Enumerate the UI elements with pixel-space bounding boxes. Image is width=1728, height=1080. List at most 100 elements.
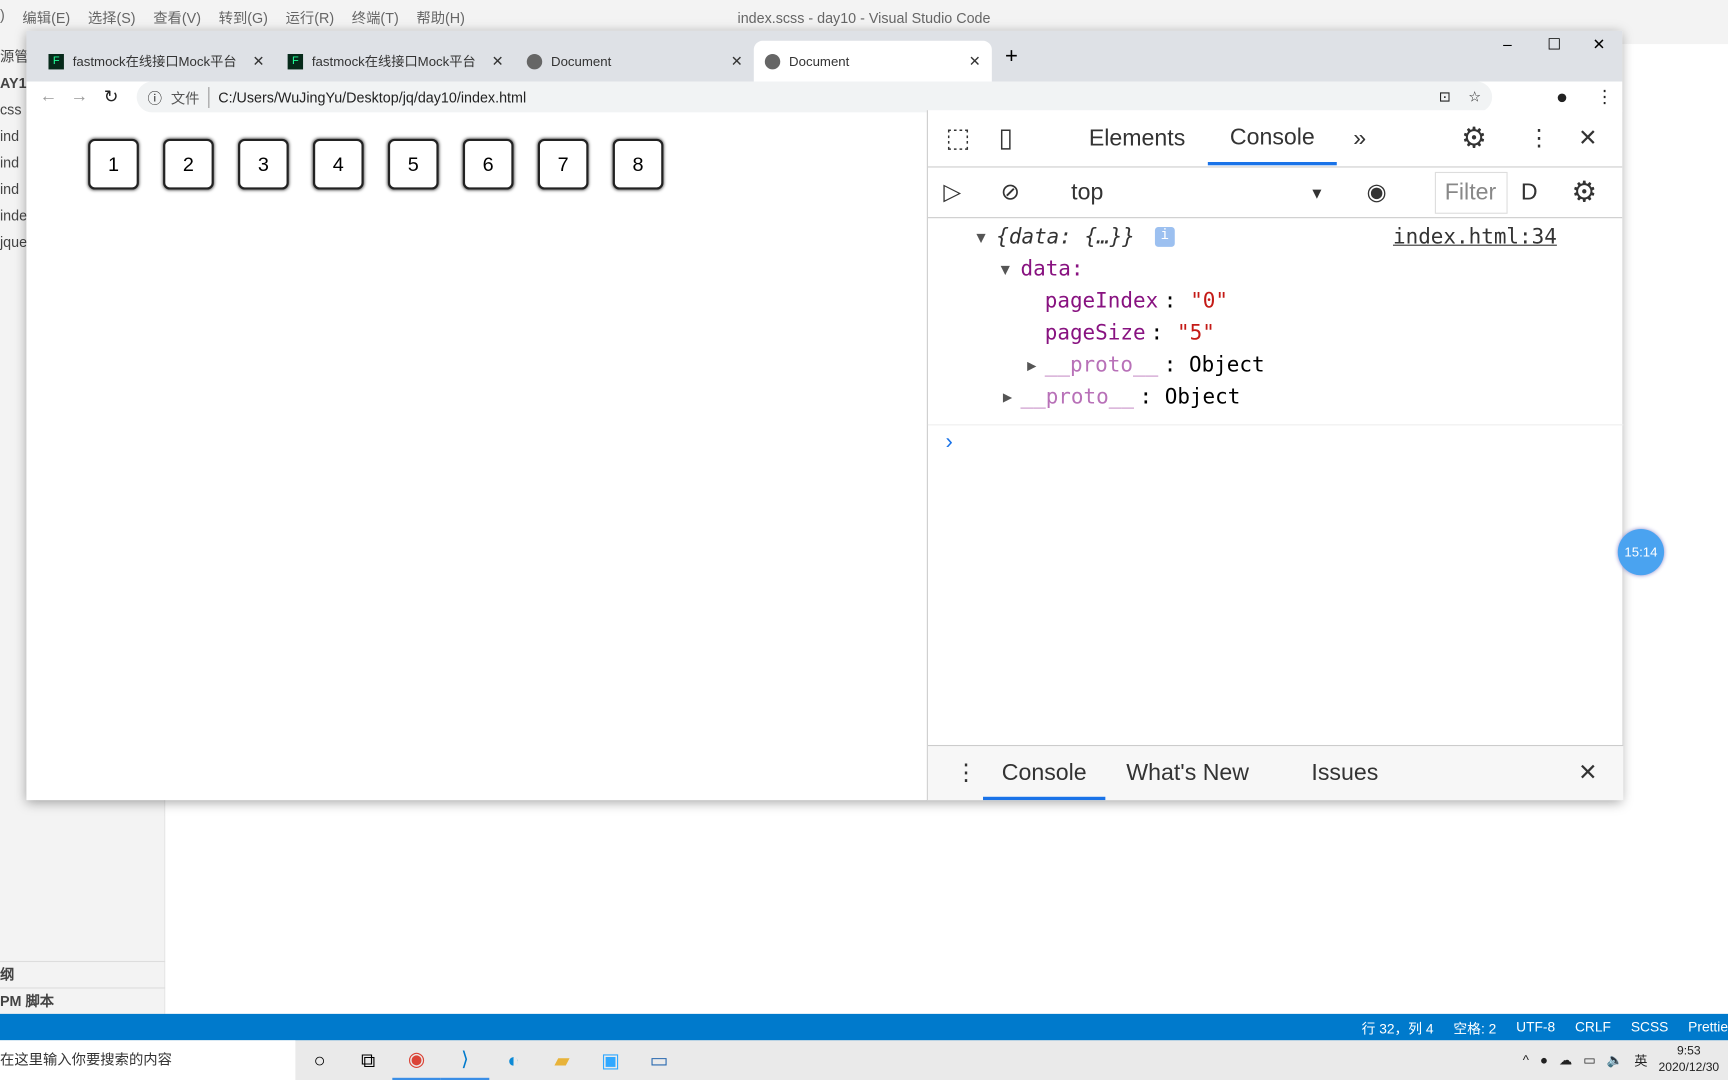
devtools-panel: ⬚ ▯ Elements Console » ⚙ ⋮ ✕ ▷ ⊘ top ▼ ◉… [926,110,1624,801]
close-icon[interactable]: ✕ [492,52,504,70]
language-mode[interactable]: SCSS [1631,1019,1669,1034]
page-button[interactable]: 3 [238,138,289,190]
drawer-menu-icon[interactable]: ⋮ [954,759,977,787]
line-ending[interactable]: CRLF [1575,1019,1611,1034]
close-icon[interactable]: ✕ [1578,125,1597,153]
expand-triangle-icon[interactable]: ▶ [1027,357,1036,375]
reload-icon[interactable]: ↻ [104,86,119,108]
browser-tab[interactable]: Ffastmock在线接口Mock平台 ✕ [277,41,515,82]
sidebar-toggle-icon[interactable]: ▷ [943,179,961,207]
prop-proto[interactable]: __proto__ [1045,353,1158,377]
prop-proto[interactable]: __proto__ [1020,385,1133,409]
page-button[interactable]: 8 [612,138,664,190]
close-window-button[interactable]: ✕ [1592,35,1605,54]
page-button[interactable]: 7 [537,138,589,190]
task-view-icon[interactable]: ⧉ [344,1040,392,1080]
device-toolbar-icon[interactable]: ▯ [998,122,1013,154]
page-button[interactable]: 2 [163,138,214,190]
close-icon[interactable]: ✕ [731,52,743,70]
browser-tab-active[interactable]: Document ✕ [753,40,992,82]
menu-item[interactable]: ) [0,7,5,28]
taskbar-search[interactable]: 在这里输入你要搜索的内容 [0,1040,296,1080]
browser-tab[interactable]: Document ✕ [516,41,754,82]
translate-icon[interactable]: ⊡ [1439,88,1451,106]
encoding[interactable]: UTF-8 [1516,1019,1555,1034]
npm-scripts-section[interactable]: PM 脚本 [0,987,166,1013]
monitor-icon[interactable]: ▭ [635,1040,683,1080]
tab-strip: Ffastmock在线接口Mock平台 ✕ Ffastmock在线接口Mock平台… [26,30,1623,82]
close-icon[interactable]: ✕ [969,52,981,70]
prettier[interactable]: Prettie [1688,1019,1728,1034]
maximize-button[interactable]: ☐ [1547,35,1561,54]
browser-tab[interactable]: Ffastmock在线接口Mock平台 ✕ [37,41,275,82]
cloud-icon[interactable]: ☁ [1559,1052,1572,1067]
forward-icon[interactable]: → [71,87,89,107]
cursor-position[interactable]: 行 32，列 4 [1362,1017,1434,1038]
photoshop-icon[interactable]: ▣ [586,1040,634,1080]
edge-icon[interactable]: ◐ [489,1040,537,1080]
prop-pageIndex-value: "0" [1190,288,1229,313]
filter-input[interactable]: Filter [1434,171,1508,214]
volume-icon[interactable]: 🔈 [1607,1052,1623,1067]
back-icon[interactable]: ← [40,87,58,107]
info-badge-icon[interactable]: i [1154,227,1175,247]
more-tabs-icon[interactable]: » [1353,125,1366,151]
console-prompt[interactable]: › [946,430,953,455]
drawer-tab-console[interactable]: Console [983,746,1106,801]
menu-kebab-icon[interactable]: ⋮ [1596,86,1614,108]
expand-triangle-icon[interactable]: ▼ [976,229,985,247]
info-icon[interactable]: ⓘ [148,87,162,108]
gear-icon[interactable]: ⚙ [1461,121,1487,155]
outline-section[interactable]: 纲 [0,960,166,987]
page-button[interactable]: 4 [312,138,364,190]
chrome-icon[interactable]: ◉ [392,1040,441,1080]
tab-console[interactable]: Console [1207,110,1337,166]
eye-icon[interactable]: ◉ [1367,179,1387,207]
prop-pageSize-key: pageSize [1044,320,1146,345]
page-button[interactable]: 1 [88,138,139,190]
drawer-tab-issues[interactable]: Issues [1311,760,1378,786]
close-icon[interactable]: ✕ [252,52,264,70]
tab-elements[interactable]: Elements [1089,125,1185,151]
drawer-tab-whats-new[interactable]: What's New [1126,760,1249,786]
menu-item[interactable]: 选择(S) [88,7,136,28]
menu-item[interactable]: 运行(R) [286,7,335,28]
menu-item[interactable]: 终端(T) [352,7,399,28]
menu-item[interactable]: 查看(V) [153,7,201,28]
clock[interactable]: 9:53 2020/12/30 [1659,1044,1720,1077]
console-settings-icon[interactable]: ⚙ [1572,175,1598,209]
vscode-icon[interactable]: ⟩ [440,1040,490,1080]
new-tab-button[interactable]: + [1005,44,1018,69]
minimize-button[interactable]: – [1503,35,1512,53]
microphone-icon[interactable]: ● [1540,1052,1548,1067]
star-icon[interactable]: ☆ [1468,88,1481,106]
inspect-element-icon[interactable]: ⬚ [946,122,971,154]
levels-dropdown[interactable]: D [1521,179,1538,205]
omnibox[interactable]: ⓘ 文件 C:/Users/WuJingYu/Desktop/jq/day10/… [136,81,1493,113]
expand-triangle-icon[interactable]: ▼ [1001,261,1010,279]
expand-triangle-icon[interactable]: ▶ [1003,389,1012,407]
chevron-up-icon[interactable]: ^ [1523,1052,1529,1067]
battery-icon[interactable]: ▭ [1583,1052,1596,1067]
timer-badge[interactable]: 15:14 [1617,528,1665,576]
clear-console-icon[interactable]: ⊘ [1001,179,1020,207]
url-text[interactable]: C:/Users/WuJingYu/Desktop/jq/day10/index… [218,89,526,106]
context-select[interactable]: top [1071,179,1103,205]
tab-title: fastmock在线接口Mock平台 [311,53,476,70]
ime-indicator[interactable]: 英 [1634,1051,1647,1070]
chevron-down-icon[interactable]: ▼ [1309,183,1324,201]
kebab-icon[interactable]: ⋮ [1527,125,1550,153]
log-source-link[interactable]: index.html:34 [1393,225,1557,249]
menu-item[interactable]: 帮助(H) [416,7,465,28]
folder-icon[interactable]: ▰ [538,1040,586,1080]
page-button[interactable]: 6 [462,138,514,190]
drawer-close-icon[interactable]: ✕ [1578,759,1597,787]
menu-item[interactable]: 编辑(E) [22,7,70,28]
globe-icon [764,53,781,69]
profile-icon[interactable]: ● [1556,85,1568,108]
page-button[interactable]: 5 [387,138,439,190]
indentation[interactable]: 空格: 2 [1453,1017,1496,1038]
cortana-icon[interactable]: ○ [295,1040,343,1080]
log-summary[interactable]: {data: {…}} [996,225,1135,249]
menu-item[interactable]: 转到(G) [219,7,268,28]
